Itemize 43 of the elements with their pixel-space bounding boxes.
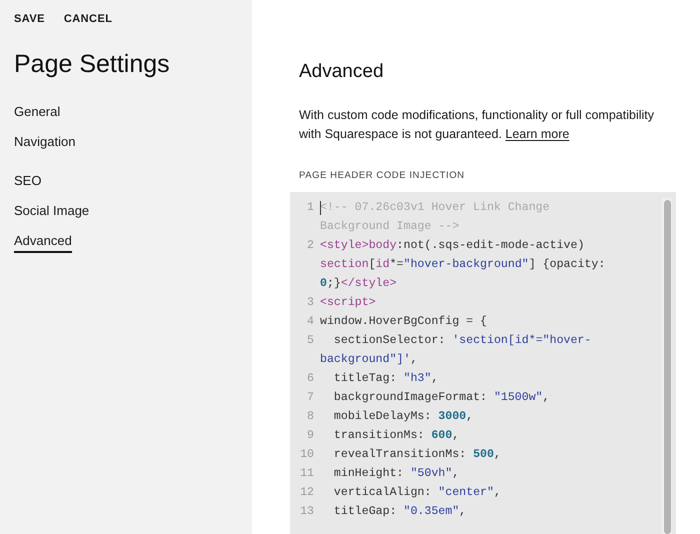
code-editor[interactable]: [290, 192, 676, 534]
code-line: verticalAlign: "center",: [332, 485, 501, 502]
line-number: 8: [306, 409, 315, 426]
code-line: mobileDelayMs: 3000,: [332, 409, 474, 426]
code-line: transitionMs: 600,: [332, 428, 460, 444]
code-line: <style>body:not(.sqs-edit-mode-active): [320, 238, 586, 254]
line-number: 11: [299, 466, 315, 482]
toolbar-button[interactable]: SAVE: [14, 11, 45, 28]
code-line: window.HoverBgConfig = {: [320, 314, 487, 330]
code-line: sectionSelector: 'section[id*="hover-: [332, 333, 592, 350]
line-number: 9: [306, 428, 315, 444]
code-line: backgroundImageFormat: "1500w",: [332, 390, 550, 406]
line-number: 7: [306, 390, 315, 406]
line-number: 6: [306, 371, 315, 388]
code-line: section[id*="hover-background"] {opacity:: [320, 257, 606, 274]
description-text: With custom code modifications, functionality or full compatibility with Squarespace is not guaranteed. Learn more: [299, 107, 656, 143]
sidebar-nav-link[interactable]: SEO: [14, 170, 42, 192]
code-line: <script>: [320, 295, 376, 312]
code-line: titleTag: "h3",: [332, 371, 438, 388]
section-heading: Advanced: [299, 60, 385, 84]
learn-more-link[interactable]: Learn more: [505, 127, 570, 141]
code-line: revealTransitionMs: 500,: [332, 447, 501, 464]
line-number: 2: [306, 238, 315, 254]
code-line: 0;}</style>: [320, 276, 398, 292]
code-line: Background Image -->: [320, 219, 460, 236]
code-line: titleGap: "0.35em",: [332, 504, 466, 520]
sidebar-nav-link[interactable]: General: [14, 102, 60, 124]
line-number: 12: [299, 485, 315, 502]
line-number: 3: [306, 295, 315, 312]
sidebar-title: Page Settings: [14, 48, 171, 80]
line-number: 1: [306, 200, 315, 216]
line-number: 10: [299, 447, 315, 464]
sidebar-nav-link[interactable]: Advanced: [14, 230, 72, 252]
line-number: 13: [299, 504, 315, 520]
toolbar-button[interactable]: CANCEL: [64, 11, 112, 28]
line-number: 5: [306, 333, 315, 350]
line-number: 4: [306, 314, 315, 330]
code-line: <!-- 07.26c03v1 Hover Link Change: [320, 200, 550, 216]
field-label: PAGE HEADER CODE INJECTION: [299, 169, 466, 183]
code-line: background"]',: [320, 352, 418, 368]
code-line: minHeight: "50vh",: [332, 466, 460, 482]
sidebar-nav-link[interactable]: Navigation: [14, 132, 76, 154]
sidebar-nav-link[interactable]: Social Image: [14, 200, 90, 222]
